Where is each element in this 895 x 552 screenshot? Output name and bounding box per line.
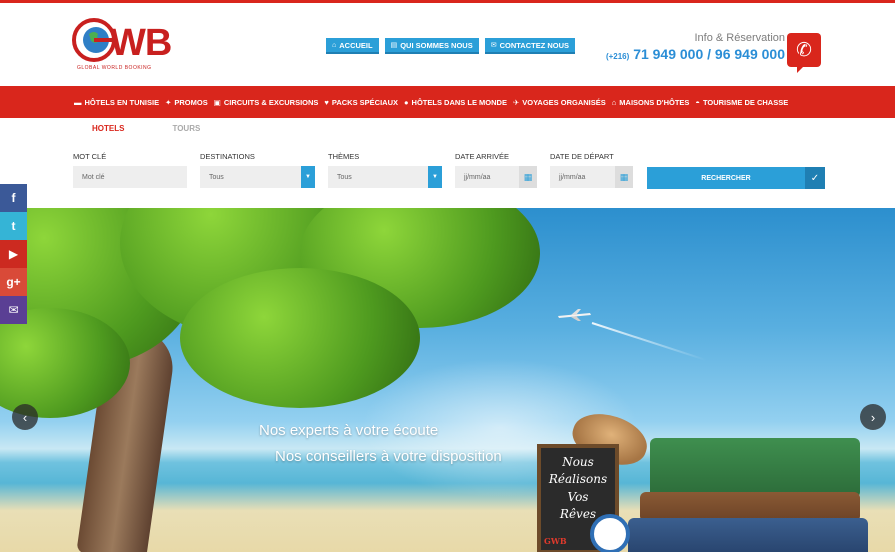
nav-promos[interactable]: ✦ PROMOS bbox=[165, 98, 208, 107]
check-icon: ✓ bbox=[805, 167, 825, 189]
nav-label: HÔTELS EN TUNISIE bbox=[84, 97, 160, 107]
hat-icon: ◓ bbox=[695, 97, 700, 107]
contact-info: Info & Réservation (+216) 71 949 000 / 9… bbox=[606, 32, 785, 62]
phone-number-text: 71 949 000 / 96 949 000 bbox=[633, 46, 785, 62]
main-navigation: ▬ HÔTELS EN TUNISIE ✦ PROMOS ▣ CIRCUITS & E… bbox=[0, 86, 895, 118]
themes-select[interactable]: Tous ▼ bbox=[328, 166, 442, 188]
board-logo: GWB bbox=[544, 536, 567, 547]
blue-suitcase bbox=[628, 518, 868, 552]
nav-label: MAISONS D'HÔTES bbox=[619, 97, 690, 107]
nav-hotels-monde[interactable]: ● HÔTELS DANS LE MONDE bbox=[404, 98, 507, 107]
departure-label: DATE DE DÉPART bbox=[550, 152, 614, 161]
chevron-left-icon: ‹ bbox=[22, 409, 28, 425]
qui-sommes-nous-button[interactable]: ▤ QUI SOMMES NOUS bbox=[384, 38, 479, 54]
departure-date-input[interactable]: jj/mm/aa ▦ bbox=[550, 166, 633, 188]
departure-field-group: DATE DE DÉPART jj/mm/aa ▦ bbox=[550, 152, 633, 188]
hero-subheadline: Nos conseillers à votre disposition bbox=[275, 448, 502, 465]
accueil-button[interactable]: ⌂ ACCUEIL bbox=[326, 38, 379, 54]
nav-label: HÔTELS DANS LE MONDE bbox=[411, 97, 507, 107]
themes-value: Tous bbox=[337, 173, 352, 181]
keyword-field-group: MOT CLÉ Mot clé bbox=[73, 152, 187, 188]
bus-icon: ▣ bbox=[213, 97, 221, 107]
departure-placeholder: jj/mm/aa bbox=[559, 173, 586, 181]
calendar-icon[interactable]: ▦ bbox=[519, 166, 537, 188]
gwb-logo[interactable]: WB GLOBAL WORLD BOOKING bbox=[72, 14, 182, 76]
googleplus-icon[interactable]: g+ bbox=[0, 268, 27, 296]
destinations-label: DESTINATIONS bbox=[200, 152, 255, 161]
search-button-label: RECHERCHER bbox=[701, 174, 751, 182]
green-suitcase bbox=[650, 438, 860, 498]
destinations-field-group: DESTINATIONS Tous ▼ bbox=[200, 152, 315, 188]
globe-icon: ● bbox=[404, 97, 409, 107]
nav-label: PACKS SPÉCIAUX bbox=[331, 97, 398, 107]
search-tabs: HOTELS TOURS bbox=[92, 124, 200, 133]
tab-hotels[interactable]: HOTELS bbox=[92, 124, 124, 133]
bed-icon: ▬ bbox=[74, 97, 82, 107]
phone-prefix: (+216) bbox=[605, 52, 630, 61]
top-navigation: ⌂ ACCUEIL ▤ QUI SOMMES NOUS ✉ CONTACTEZ NOU… bbox=[326, 38, 576, 54]
contactez-nous-button[interactable]: ✉ CONTACTEZ NOUS bbox=[484, 38, 576, 54]
gift-icon: ✦ bbox=[165, 97, 172, 107]
calendar-icon[interactable]: ▦ bbox=[615, 166, 633, 188]
top-accent-line bbox=[0, 0, 895, 3]
slider-prev-button[interactable]: ‹ bbox=[12, 404, 38, 430]
accueil-label: ACCUEIL bbox=[339, 40, 373, 50]
home-icon: ⌂ bbox=[611, 97, 617, 107]
email-icon[interactable]: ✉ bbox=[0, 296, 27, 324]
hero-slider: Nos experts à votre écoute Nos conseille… bbox=[0, 208, 895, 552]
board-line: Nous bbox=[562, 455, 594, 469]
themes-label: THÈMES bbox=[328, 152, 360, 161]
chevron-right-icon: › bbox=[870, 409, 876, 425]
arrival-placeholder: jj/mm/aa bbox=[464, 173, 491, 181]
slider-next-button[interactable]: › bbox=[860, 404, 886, 430]
hero-headline: Nos experts à votre écoute bbox=[259, 422, 439, 439]
chevron-down-icon: ▼ bbox=[428, 166, 442, 188]
nav-chasse[interactable]: ◓ TOURISME DE CHASSE bbox=[695, 98, 788, 107]
phone-numbers[interactable]: (+216) 71 949 000 / 96 949 000 bbox=[606, 46, 785, 62]
search-button[interactable]: RECHERCHER ✓ bbox=[647, 167, 825, 189]
keyword-label: MOT CLÉ bbox=[73, 152, 107, 161]
contact-label: Info & Réservation bbox=[694, 32, 786, 44]
file-icon: ▤ bbox=[390, 42, 398, 49]
phone-icon: ✆ bbox=[787, 33, 821, 73]
arrival-date-input[interactable]: jj/mm/aa ▦ bbox=[455, 166, 537, 188]
plane-trail bbox=[591, 322, 707, 362]
chevron-down-icon: ▼ bbox=[301, 166, 315, 188]
facebook-icon[interactable]: f bbox=[0, 184, 27, 212]
nav-label: VOYAGES ORGANISÉS bbox=[522, 97, 606, 107]
tree-foliage bbox=[180, 268, 420, 408]
themes-field-group: THÈMES Tous ▼ bbox=[328, 152, 442, 188]
airplane-icon bbox=[558, 309, 591, 321]
heart-icon: ♥ bbox=[324, 97, 329, 107]
board-line: Vos bbox=[567, 489, 589, 504]
nav-label: TOURISME DE CHASSE bbox=[702, 97, 789, 107]
nav-packs[interactable]: ♥ PACKS SPÉCIAUX bbox=[324, 98, 398, 107]
keyword-input[interactable]: Mot clé bbox=[73, 166, 187, 188]
home-icon: ⌂ bbox=[332, 41, 337, 49]
logo-wordmark: WB bbox=[110, 22, 172, 64]
nav-label: PROMOS bbox=[174, 97, 208, 107]
nav-voyages[interactable]: ✈ VOYAGES ORGANISÉS bbox=[513, 98, 606, 107]
plane-icon: ✈ bbox=[512, 97, 520, 107]
nav-circuits[interactable]: ▣ CIRCUITS & EXCURSIONS bbox=[214, 98, 319, 107]
destinations-select[interactable]: Tous ▼ bbox=[200, 166, 315, 188]
qui-sommes-nous-label: QUI SOMMES NOUS bbox=[400, 40, 473, 50]
envelope-icon: ✉ bbox=[490, 42, 497, 49]
youtube-icon[interactable]: ▶ bbox=[0, 240, 27, 268]
destinations-value: Tous bbox=[209, 173, 224, 181]
tab-tours[interactable]: TOURS bbox=[172, 124, 200, 133]
logo-tagline: GLOBAL WORLD BOOKING bbox=[77, 65, 152, 71]
board-line: Réalisons bbox=[548, 472, 608, 487]
arrival-field-group: DATE ARRIVÉE jj/mm/aa ▦ bbox=[455, 152, 537, 188]
alarm-clock bbox=[590, 514, 630, 552]
nav-hotels-tunisie[interactable]: ▬ HÔTELS EN TUNISIE bbox=[74, 98, 159, 107]
twitter-icon[interactable]: t bbox=[0, 212, 27, 240]
nav-maisons[interactable]: ⌂ MAISONS D'HÔTES bbox=[612, 98, 690, 107]
nav-label: CIRCUITS & EXCURSIONS bbox=[223, 97, 319, 107]
arrival-label: DATE ARRIVÉE bbox=[455, 152, 510, 161]
social-sidebar: f t ▶ g+ ✉ bbox=[0, 184, 27, 324]
contactez-nous-label: CONTACTEZ NOUS bbox=[499, 40, 570, 50]
